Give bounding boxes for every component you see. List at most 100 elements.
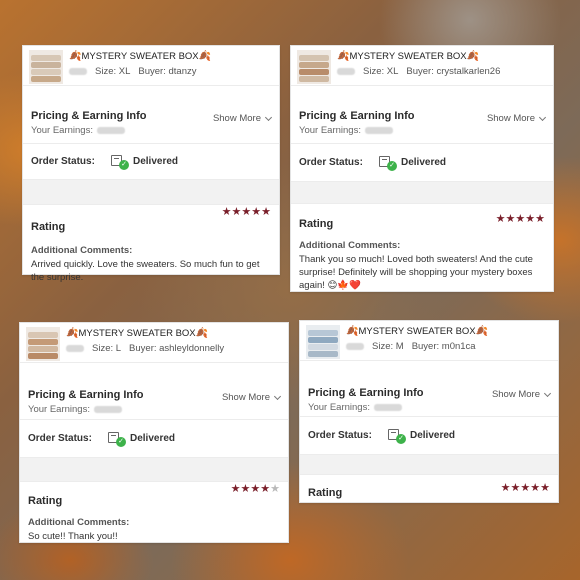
listing-title-text: MYSTERY SWEATER BOX [78, 328, 196, 339]
comments-section: Additional Comments: So cute!! Thank you… [20, 509, 288, 543]
section-divider [23, 180, 279, 205]
autumn-leaf-icon: 🍂 [69, 50, 82, 62]
size-label: Size: L [92, 343, 122, 354]
listing-title-text: MYSTERY SWEATER BOX [81, 51, 199, 62]
comments-text: Arrived quickly. Love the sweaters. So m… [31, 259, 260, 283]
rating-row: Rating ★★★★★ [291, 204, 553, 232]
product-thumbnail[interactable] [29, 50, 63, 84]
rating-title: Rating [299, 218, 334, 230]
star-filled-icon: ★ [500, 482, 511, 494]
order-status-row: Order Status: ✓ Delivered [20, 420, 288, 458]
comments-section: Additional Comments: Arrived quickly. Lo… [23, 235, 279, 284]
order-status-value: Delivered [401, 157, 447, 168]
rating-row: Rating ★★★★★ [23, 205, 279, 235]
listing-title-text: MYSTERY SWEATER BOX [358, 326, 476, 337]
card-header: 🍂 MYSTERY SWEATER BOX 🍂 Size: XL Buyer: … [23, 46, 279, 86]
autumn-leaf-icon: 🍂 [195, 327, 209, 339]
show-more-button[interactable]: Show More [221, 392, 282, 403]
redacted-earnings [373, 404, 402, 411]
star-filled-icon: ★ [530, 482, 541, 494]
star-filled-icon: ★ [510, 482, 521, 494]
rating-title: Rating [31, 221, 66, 233]
card-header: 🍂 MYSTERY SWEATER BOX 🍂 Size: XL Buyer: … [291, 46, 553, 86]
star-rating: ★★★★★ [496, 212, 545, 225]
order-status-label: Order Status: [28, 433, 92, 444]
product-thumbnail[interactable] [26, 327, 60, 361]
package-box-icon: ✓ [111, 154, 129, 170]
check-circle-icon: ✓ [116, 436, 126, 447]
show-more-label: Show More [491, 389, 540, 400]
autumn-leaf-icon: 🍂 [337, 50, 350, 62]
pricing-section: Pricing & Earning Info Your Earnings: Sh… [291, 86, 553, 144]
listing-title[interactable]: 🍂 MYSTERY SWEATER BOX 🍂 [337, 50, 547, 63]
listing-title[interactable]: 🍂 MYSTERY SWEATER BOX 🍂 [346, 325, 552, 338]
star-filled-icon: ★ [250, 483, 261, 495]
earnings-line: Your Earnings: [299, 125, 545, 136]
comments-section: Additional Comments: Thank you so much! … [291, 232, 553, 292]
order-meta: Size: XL Buyer: dtanzy [69, 65, 273, 78]
size-label: Size: XL [95, 66, 131, 77]
product-thumbnail[interactable] [297, 50, 331, 84]
check-circle-icon: ✓ [396, 433, 406, 444]
star-filled-icon: ★ [230, 483, 241, 495]
comments-title: Additional Comments: [299, 240, 401, 251]
star-filled-icon: ★ [540, 482, 550, 494]
rating-title: Rating [28, 495, 63, 507]
star-filled-icon: ★ [505, 213, 516, 225]
buyer-label: Buyer: dtanzy [138, 66, 197, 77]
rating-title: Rating [308, 487, 343, 499]
autumn-leaf-icon: 🍂 [198, 50, 212, 62]
order-status-label: Order Status: [299, 157, 363, 168]
order-status-label: Order Status: [31, 156, 95, 167]
size-label: Size: M [372, 341, 404, 352]
show-more-label: Show More [212, 113, 261, 124]
rating-row: Rating ★★★★★ [20, 482, 288, 509]
star-empty-icon: ★ [270, 483, 280, 495]
order-meta: Size: L Buyer: ashleyldonnelly [66, 342, 282, 355]
order-status-value: Delivered [133, 156, 179, 167]
star-filled-icon: ★ [515, 213, 526, 225]
comments-text: Thank you so much! Loved both sweaters! … [299, 254, 533, 291]
order-status-label: Order Status: [308, 430, 372, 441]
star-filled-icon: ★ [495, 213, 506, 225]
star-filled-icon: ★ [251, 206, 262, 218]
earnings-label: Your Earnings: [28, 404, 90, 415]
earnings-label: Your Earnings: [31, 125, 93, 136]
show-more-button[interactable]: Show More [487, 113, 547, 124]
order-card-dtanzy: 🍂 MYSTERY SWEATER BOX 🍂 Size: XL Buyer: … [22, 45, 280, 283]
chevron-down-icon [264, 113, 273, 121]
show-more-button[interactable]: Show More [212, 113, 273, 124]
package-box-icon: ✓ [108, 431, 126, 447]
section-divider [291, 182, 553, 204]
card-header: 🍂 MYSTERY SWEATER BOX 🍂 Size: M Buyer: m… [300, 321, 558, 361]
autumn-leaf-icon: 🍂 [466, 50, 480, 62]
chevron-down-icon [543, 389, 552, 397]
order-meta: Size: XL Buyer: crystalkarlen26 [337, 65, 547, 78]
autumn-leaf-icon: 🍂 [66, 327, 79, 339]
listing-title-text: MYSTERY SWEATER BOX [349, 51, 467, 62]
autumn-leaf-icon: 🍂 [346, 325, 359, 337]
comments-title: Additional Comments: [31, 245, 133, 256]
product-thumbnail[interactable] [306, 325, 340, 359]
earnings-label: Your Earnings: [299, 125, 361, 136]
star-filled-icon: ★ [261, 206, 271, 218]
package-box-icon: ✓ [388, 428, 406, 444]
listing-title[interactable]: 🍂 MYSTERY SWEATER BOX 🍂 [69, 50, 273, 63]
pricing-section: Pricing & Earning Info Your Earnings: Sh… [20, 363, 288, 420]
buyer-label: Buyer: crystalkarlen26 [406, 66, 501, 77]
redacted-text [346, 343, 364, 350]
section-divider [300, 455, 558, 475]
star-filled-icon: ★ [240, 483, 251, 495]
earnings-line: Your Earnings: [31, 125, 271, 136]
show-more-button[interactable]: Show More [491, 389, 552, 400]
earnings-label: Your Earnings: [308, 402, 370, 413]
buyer-label: Buyer: m0n1ca [411, 341, 476, 352]
star-rating: ★★★★★ [501, 481, 550, 494]
comments-title: Additional Comments: [28, 517, 130, 528]
autumn-leaf-icon: 🍂 [475, 325, 489, 337]
show-more-label: Show More [221, 392, 270, 403]
listing-title[interactable]: 🍂 MYSTERY SWEATER BOX 🍂 [66, 327, 282, 340]
star-rating: ★★★★★ [231, 482, 280, 495]
earnings-line: Your Earnings: [308, 402, 550, 413]
redacted-text [66, 345, 84, 352]
